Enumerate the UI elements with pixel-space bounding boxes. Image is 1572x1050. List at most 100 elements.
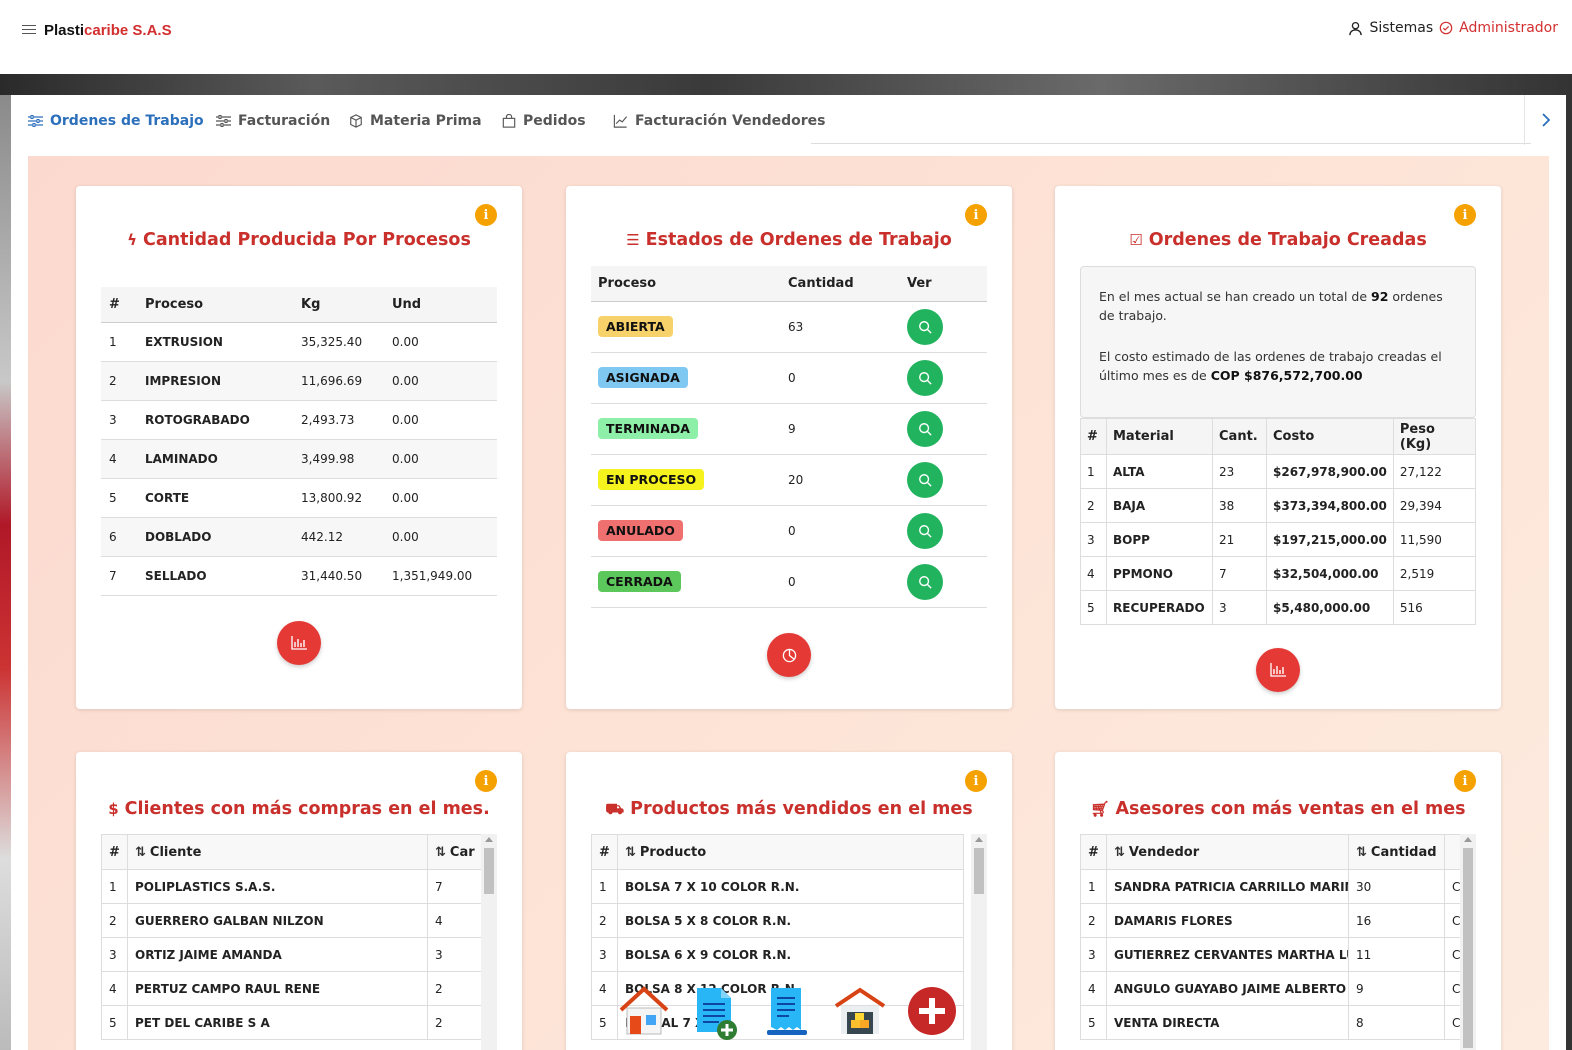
user-role[interactable]: Administrador <box>1459 20 1558 36</box>
sortable-col-header[interactable]: ⇅ Car <box>427 834 482 870</box>
table-cell: 27,122 <box>1392 454 1477 489</box>
view-button[interactable] <box>907 512 943 549</box>
tab-materia-prima[interactable]: Materia Prima <box>349 111 482 131</box>
table-cell: 1 <box>101 869 128 904</box>
tab-pedidos[interactable]: Pedidos <box>502 111 586 131</box>
table-row[interactable]: 3 BOLSA 6 X 9 COLOR R.N. <box>591 937 964 972</box>
col-header[interactable]: Peso (Kg) <box>1392 418 1477 455</box>
table-row: 4 LAMINADO 3,499.98 0.00 <box>101 439 497 479</box>
scrollbar[interactable] <box>1460 834 1476 1050</box>
scrollbar[interactable] <box>481 834 497 1050</box>
table-cell: 11,590 <box>1392 522 1477 557</box>
col-header[interactable]: # <box>101 834 128 870</box>
summary-count: En el mes actual se han creado un total … <box>1099 289 1443 323</box>
table-row[interactable]: 4 PERTUZ CAMPO RAUL RENE 2 <box>101 971 482 1006</box>
chart-button[interactable] <box>277 621 321 665</box>
status-badge: TERMINADA <box>598 418 698 439</box>
menu-icon[interactable] <box>22 24 36 35</box>
table-cell: C( <box>1444 869 1461 904</box>
col-header[interactable]: Proceso <box>591 266 781 302</box>
col-header[interactable]: # <box>1080 834 1107 870</box>
col-header[interactable]: # <box>591 834 618 870</box>
sortable-col-header[interactable]: ⇅ Producto <box>617 834 964 870</box>
warehouse-icon[interactable] <box>833 984 887 1042</box>
table-cell: $373,394,800.00 <box>1266 488 1394 523</box>
table-row[interactable]: 2 BOLSA 5 X 8 COLOR R.N. <box>591 903 964 938</box>
scrollbar-thumb[interactable] <box>1463 848 1473 1048</box>
info-icon[interactable]: i <box>475 204 497 226</box>
view-button[interactable] <box>907 359 943 396</box>
add-circle-icon[interactable] <box>905 984 959 1042</box>
table-row[interactable]: 2 GUERRERO GALBAN NILZON 4 <box>101 903 482 938</box>
table-row[interactable]: 5VENTA DIRECTA8C( <box>1080 1005 1461 1040</box>
view-button[interactable] <box>907 410 943 447</box>
summary-box: En el mes actual se han creado un total … <box>1080 266 1476 418</box>
table-cell: 35,325.40 <box>293 322 384 362</box>
tab-label: Materia Prima <box>370 113 482 129</box>
table-row: ABIERTA 63 <box>591 301 987 353</box>
table-row[interactable]: 5 PET DEL CARIBE S A2 <box>101 1005 482 1040</box>
table-row[interactable]: 1 POLIPLASTICS S.A.S. 7 <box>101 869 482 904</box>
summary-cost: El costo estimado de las ordenes de trab… <box>1099 349 1442 383</box>
col-header[interactable]: Cantidad <box>781 266 900 302</box>
table-row: 1 EXTRUSION 35,325.40 0.00 <box>101 322 497 362</box>
table-cell: 2,493.73 <box>293 400 384 440</box>
home-icon[interactable] <box>617 984 671 1042</box>
info-icon[interactable]: i <box>475 770 497 792</box>
scrollbar-thumb[interactable] <box>484 848 494 894</box>
col-header[interactable]: Ver <box>900 266 987 302</box>
card-cantidad-procesos: i ϟ Cantidad Producida Por Procesos # Pro… <box>76 186 522 709</box>
table-cell: 4 <box>101 971 128 1006</box>
table-row[interactable]: 1 BOLSA 7 X 10 COLOR R.N. <box>591 869 964 904</box>
col-header[interactable]: # <box>101 287 137 323</box>
table-row[interactable]: 4ANGULO GUAYABO JAIME ALBERTO9C( <box>1080 971 1461 1006</box>
view-button[interactable] <box>907 563 943 600</box>
sortable-col-header[interactable]: ⇅ Cantidad <box>1348 834 1445 870</box>
view-button[interactable] <box>907 308 943 345</box>
col-header[interactable]: # <box>1080 418 1107 455</box>
tab-facturacion[interactable]: Facturación <box>216 111 330 131</box>
table-row[interactable]: 1SANDRA PATRICIA CARRILLO MARIMÓN30C( <box>1080 869 1461 904</box>
table-row[interactable]: 3 ORTIZ JAIME AMANDA 3 <box>101 937 482 972</box>
table-cell: DOBLADO <box>137 517 293 557</box>
pie-chart-icon <box>782 648 796 662</box>
info-icon[interactable]: i <box>1454 204 1476 226</box>
col-header[interactable]: Costo <box>1266 418 1394 455</box>
table-row[interactable]: 2DAMARIS FLORES16C( <box>1080 903 1461 938</box>
tab-facturacion-vendedores[interactable]: Facturación Vendedores <box>613 111 825 131</box>
dollar-icon: $ <box>108 800 119 818</box>
col-header[interactable]: Cant. <box>1212 418 1267 455</box>
sortable-col-header[interactable]: ⇅ Cliente <box>127 834 428 870</box>
tab-scroll-right-button[interactable] <box>1524 95 1566 145</box>
status-cell: EN PROCESO <box>591 454 781 506</box>
chart-button[interactable] <box>1256 648 1300 692</box>
table-cell: ROTOGRABADO <box>137 400 293 440</box>
card-asesores: i 🛒︎ Asesores con más ventas en el mes # … <box>1055 752 1501 1050</box>
sortable-col-header[interactable]: ⇅ Vendedor <box>1106 834 1349 870</box>
user-name[interactable]: Sistemas <box>1369 20 1433 36</box>
user-area[interactable]: Sistemas Administrador <box>1348 20 1558 36</box>
table-cell: 3 <box>101 937 128 972</box>
new-document-icon[interactable] <box>689 984 743 1042</box>
col-header[interactable]: Material <box>1106 418 1213 455</box>
table-cell: SANDRA PATRICIA CARRILLO MARIMÓN <box>1106 869 1349 904</box>
view-button[interactable] <box>907 461 943 498</box>
receipt-icon[interactable] <box>761 984 815 1042</box>
table-cell: 3 <box>591 937 618 972</box>
table-row[interactable]: 3GUTIERREZ CERVANTES MARTHA LUCIA11C( <box>1080 937 1461 972</box>
col-header[interactable]: Und <box>384 287 497 323</box>
col-header[interactable]: Kg <box>293 287 384 323</box>
col-header[interactable]: Proceso <box>137 287 293 323</box>
info-icon[interactable]: i <box>965 204 987 226</box>
tab-ordenes-de-trabajo[interactable]: Ordenes de Trabajo <box>28 111 204 131</box>
brand[interactable]: Plasticaribe S.A.S <box>22 20 172 39</box>
table-cell: 23 <box>1212 454 1267 489</box>
info-icon[interactable]: i <box>1454 770 1476 792</box>
scrollbar-thumb[interactable] <box>974 848 984 894</box>
search-icon <box>919 320 932 334</box>
scrollbar[interactable] <box>971 834 987 1050</box>
table-cell: 16 <box>1348 903 1445 938</box>
info-icon[interactable]: i <box>965 770 987 792</box>
chart-button[interactable] <box>767 633 811 677</box>
table-row: 2 IMPRESION 11,696.69 0.00 <box>101 361 497 401</box>
